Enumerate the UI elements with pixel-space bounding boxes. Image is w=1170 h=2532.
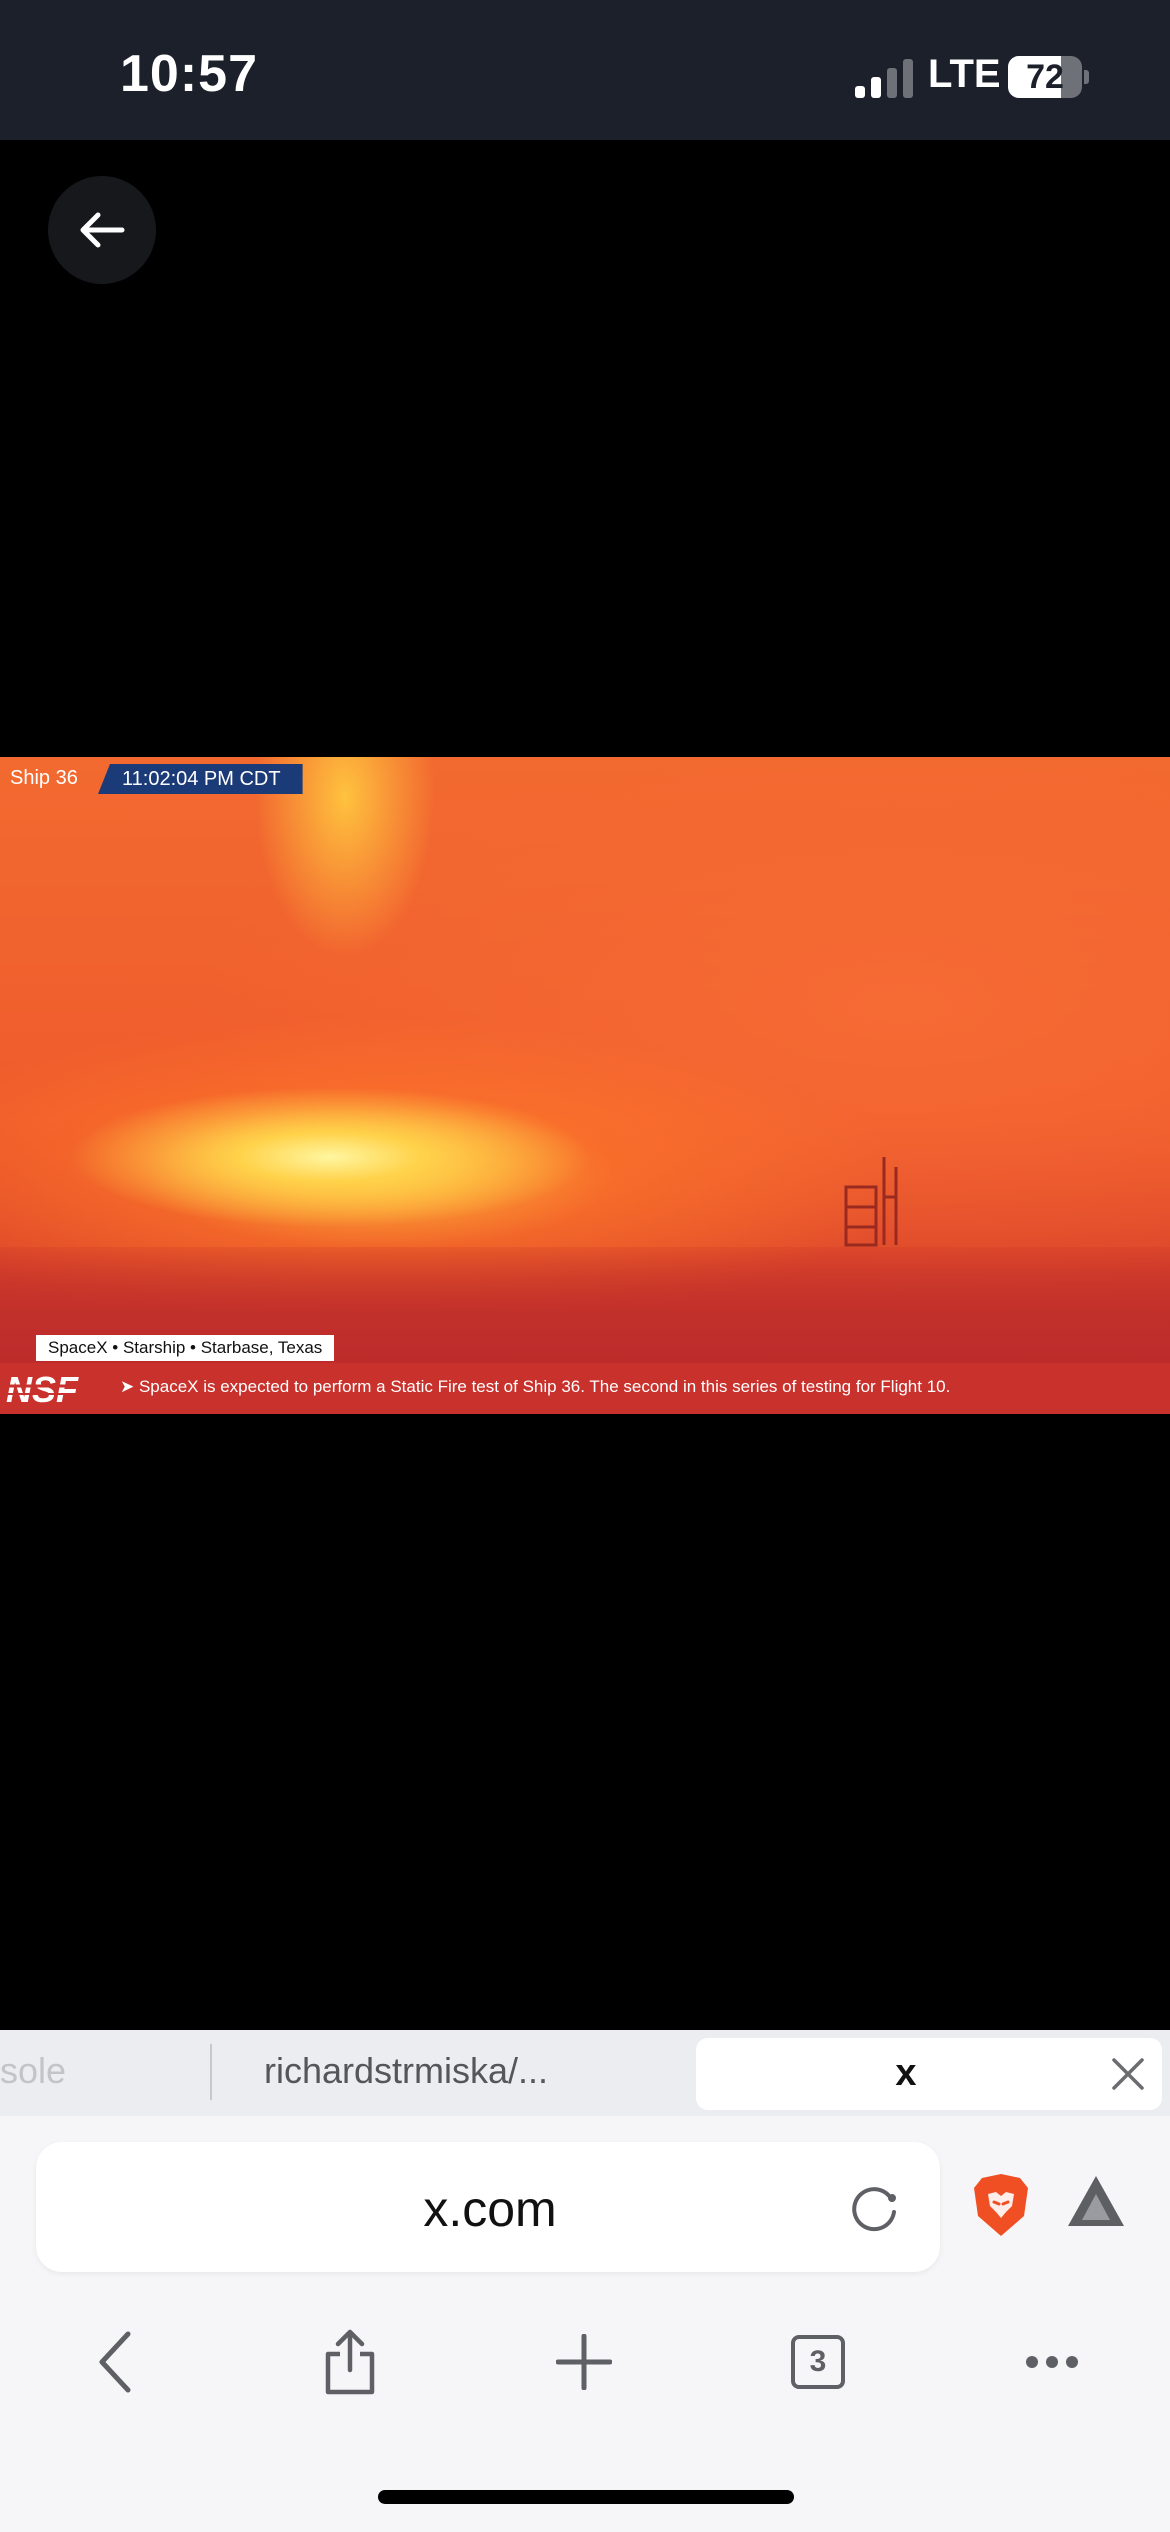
timestamp-badge: 11:02:04 PM CDT [98,764,303,794]
tab-item-active[interactable]: x [696,2038,1162,2110]
signal-bar [887,68,897,98]
tab-label: x [895,2052,917,2094]
home-indicator [378,2490,794,2504]
launch-tower-silhouette [844,1157,898,1247]
back-nav-button[interactable] [76,2322,156,2402]
status-time: 10:57 [120,45,258,103]
reload-icon[interactable] [846,2180,902,2236]
close-icon[interactable] [1108,2054,1148,2094]
location-chip: SpaceX • Starship • Starbase, Texas [36,1335,335,1361]
tab-count-icon: 3 [791,2335,845,2389]
url-text: x.com [423,2181,557,2237]
ticker-text: ➤ SpaceX is expected to perform a Static… [120,1377,951,1396]
rewards-triangle-icon[interactable] [1064,2172,1128,2232]
back-arrow-icon [80,212,125,248]
address-bar[interactable]: x.com [36,2142,940,2272]
more-icon [1026,2356,1078,2368]
video-player[interactable]: Ship 36 11:02:04 PM CDT SpaceX • Starshi… [0,757,1170,1414]
ship-label: Ship 36 [10,767,78,789]
tab-item[interactable]: sole [0,2050,66,2092]
signal-bar [855,86,865,98]
tab-count: 3 [809,2345,827,2378]
new-tab-button[interactable] [544,2322,624,2402]
battery-icon: 72 [1008,56,1089,98]
brave-lion-icon[interactable] [970,2172,1032,2238]
battery-percent: 72 [1026,58,1064,96]
plus-icon [556,2334,612,2390]
chevron-left-icon [99,2331,131,2393]
svg-text:NSF: NSF [6,1369,79,1409]
tab-divider [210,2044,212,2100]
tab-item[interactable]: richardstrmiska/... [264,2050,548,2092]
signal-bar [871,77,881,98]
network-type: LTE [928,52,1001,96]
share-icon [325,2329,375,2395]
signal-strength-icon [855,58,917,98]
tabs-button[interactable]: 3 [778,2322,858,2402]
more-menu-button[interactable] [1012,2322,1092,2402]
signal-bar [903,59,913,98]
back-button[interactable] [48,176,156,284]
share-button[interactable] [310,2322,390,2402]
nsf-logo: NSF [4,1369,108,1409]
